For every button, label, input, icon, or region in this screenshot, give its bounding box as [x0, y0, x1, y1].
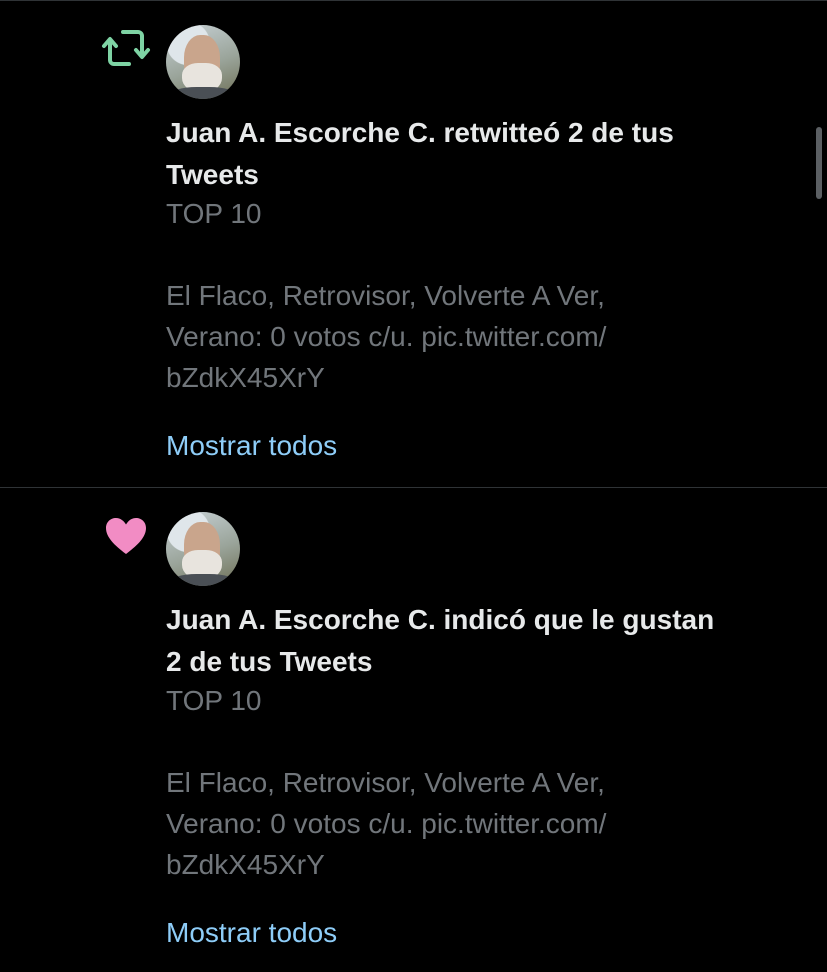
- tweet-preview[interactable]: TOP 10 El Flaco, Retrovisor, Volverte A …: [166, 193, 786, 398]
- action-text-continued: Tweets: [166, 159, 259, 190]
- tweet-preview[interactable]: TOP 10 El Flaco, Retrovisor, Volverte A …: [166, 680, 786, 885]
- action-text-continued: 2 de tus Tweets: [166, 646, 373, 677]
- tweet-line: Verano: 0 votos c/u. pic.twitter.com/: [166, 808, 607, 839]
- tweet-line: El Flaco, Retrovisor, Volverte A Ver,: [166, 767, 605, 798]
- user-name[interactable]: Juan A. Escorche C.: [166, 117, 436, 148]
- tweet-line: [166, 234, 786, 275]
- scrollbar[interactable]: [816, 127, 822, 199]
- tweet-line: TOP 10: [166, 198, 262, 229]
- tweet-line: Verano: 0 votos c/u. pic.twitter.com/: [166, 321, 607, 352]
- notification-title: Juan A. Escorche C. indicó que le gustan…: [166, 599, 806, 683]
- show-all-link[interactable]: Mostrar todos: [166, 913, 337, 953]
- tweet-line: El Flaco, Retrovisor, Volverte A Ver,: [166, 280, 605, 311]
- notification-title: Juan A. Escorche C. retwitteó 2 de tus T…: [166, 112, 806, 196]
- notification-like[interactable]: Juan A. Escorche C. indicó que le gustan…: [0, 488, 827, 972]
- avatar[interactable]: [166, 512, 240, 586]
- tweet-line: TOP 10: [166, 685, 262, 716]
- heart-icon: [100, 510, 152, 562]
- show-all-link[interactable]: Mostrar todos: [166, 426, 337, 466]
- tweet-line: bZdkX45XrY: [166, 849, 325, 880]
- retweet-icon: [100, 22, 152, 74]
- user-name[interactable]: Juan A. Escorche C.: [166, 604, 436, 635]
- avatar[interactable]: [166, 25, 240, 99]
- action-text: indicó que le gustan: [435, 604, 715, 635]
- action-text: retwitteó 2 de tus: [435, 117, 674, 148]
- notification-retweet[interactable]: Juan A. Escorche C. retwitteó 2 de tus T…: [0, 0, 827, 487]
- tweet-line: bZdkX45XrY: [166, 362, 325, 393]
- tweet-line: [166, 721, 786, 762]
